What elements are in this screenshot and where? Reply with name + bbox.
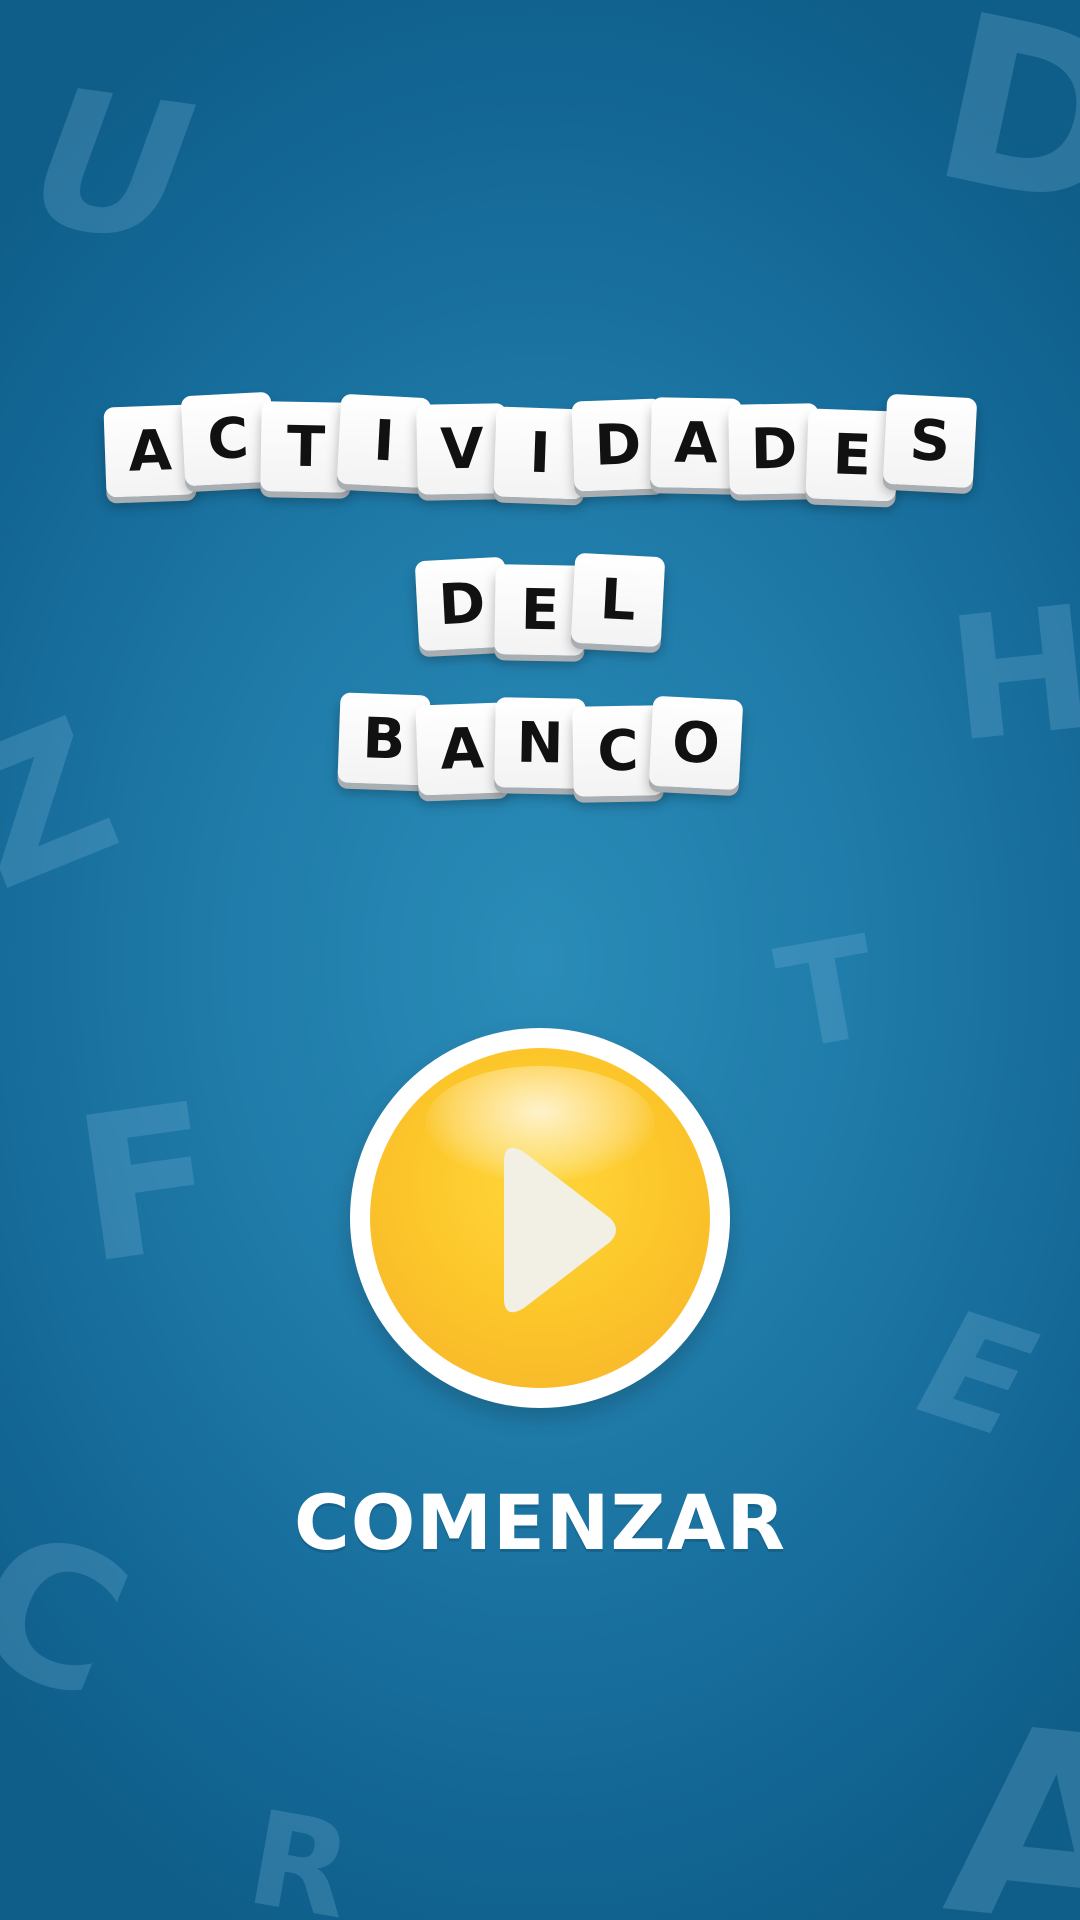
play-icon bbox=[504, 1147, 616, 1313]
letter-tile: O bbox=[648, 695, 744, 791]
title-line-3: B A N C O bbox=[0, 692, 1080, 797]
background-letter: R bbox=[237, 1781, 363, 1920]
background-letter: F bbox=[62, 1059, 231, 1310]
letter-tile: S bbox=[882, 393, 978, 489]
play-button-face bbox=[370, 1048, 710, 1388]
background-letter: A bbox=[934, 1669, 1080, 1920]
start-screen: U D H Z T F E C R A A C T I V I D A D E … bbox=[0, 0, 1080, 1920]
background-letter: U bbox=[0, 49, 227, 284]
start-label[interactable]: COMENZAR bbox=[0, 1478, 1080, 1567]
background-letter: D bbox=[914, 0, 1080, 265]
title-line-2: D E L bbox=[0, 552, 1080, 656]
letter-tile: L bbox=[570, 552, 666, 648]
play-button[interactable] bbox=[350, 1028, 730, 1408]
background-letter: T bbox=[766, 905, 889, 1084]
title-line-1: A C T I V I D A D E S bbox=[0, 391, 1080, 502]
background-letter: E bbox=[886, 1281, 1067, 1469]
